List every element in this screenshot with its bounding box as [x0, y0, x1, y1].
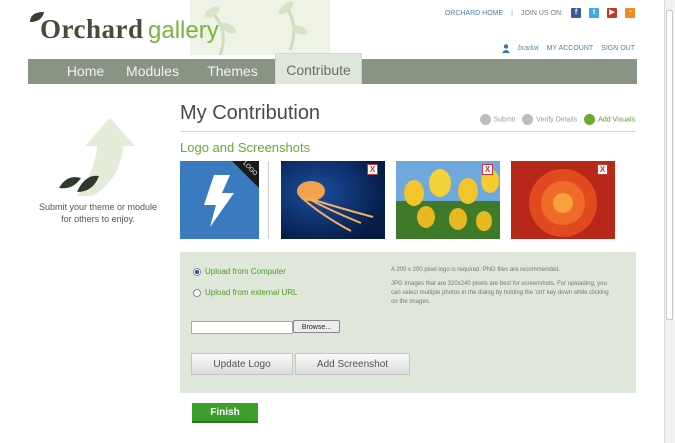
username-link[interactable]: bradwi [518, 45, 539, 52]
upload-url-label[interactable]: Upload from external URL [205, 288, 297, 297]
file-path-input[interactable] [191, 321, 293, 334]
growth-arrow-icon [59, 118, 135, 196]
brand-name[interactable]: Orchard [40, 14, 144, 45]
screenshot-thumbnail[interactable]: X [281, 161, 385, 239]
logo-thumbnail[interactable]: LOGO [180, 161, 259, 239]
step-verify-details: Verify Details [522, 114, 577, 125]
scrollbar-thumb[interactable] [666, 10, 673, 320]
logo-requirements-text: A 200 x 200 pixel logo is required. PNG … [391, 267, 561, 273]
step-add-visuals: Add Visuals [584, 114, 635, 125]
upload-computer-label[interactable]: Upload from Computer [205, 267, 286, 276]
facebook-icon[interactable]: f [571, 8, 581, 18]
remove-screenshot-button[interactable]: X [597, 164, 608, 175]
leaf-step-icon [584, 114, 596, 125]
page-scrollbar[interactable] [664, 0, 675, 443]
screenshot-thumbnail[interactable]: X [511, 161, 615, 239]
section-title: Logo and Screenshots [180, 140, 311, 155]
nav-home[interactable]: Home [48, 59, 123, 84]
twitter-icon[interactable]: t [589, 8, 599, 18]
browse-button[interactable]: Browse... [293, 320, 340, 333]
divider: | [511, 9, 513, 17]
upload-url-radio[interactable] [193, 289, 201, 297]
lightning-logo-icon [180, 161, 259, 239]
screenshot-thumbnail[interactable]: X [396, 161, 500, 239]
top-links: ORCHARD HOME | JOIN US ON: f t ▶ ◔ [445, 8, 635, 18]
user-icon [501, 44, 510, 53]
leaf-step-icon [479, 114, 491, 125]
leaf-step-icon [522, 114, 534, 125]
step-progress: Submit Verify Details Add Visuals [479, 114, 635, 125]
nav-contribute[interactable]: Contribute [275, 53, 362, 84]
sign-out-link[interactable]: SIGN OUT [601, 45, 635, 52]
sidebar-message: Submit your theme or module for others t… [38, 202, 158, 224]
finish-button[interactable]: Finish [192, 403, 258, 423]
rss-icon[interactable]: ◔ [625, 8, 635, 18]
orchard-home-link[interactable]: ORCHARD HOME [445, 10, 503, 17]
upload-computer-radio[interactable] [193, 268, 201, 276]
page-title: My Contribution [180, 102, 321, 124]
join-us-label: JOIN US ON: [520, 9, 563, 17]
youtube-icon[interactable]: ▶ [607, 8, 617, 18]
nav-themes[interactable]: Themes [200, 59, 265, 84]
user-links: bradwi MY ACCOUNT SIGN OUT [501, 44, 635, 53]
remove-screenshot-button[interactable]: X [367, 164, 378, 175]
upload-panel: Upload from Computer Upload from externa… [180, 252, 636, 393]
step-submit: Submit [479, 114, 515, 125]
remove-screenshot-button[interactable]: X [482, 164, 493, 175]
divider [180, 131, 636, 132]
divider [268, 161, 269, 239]
screenshot-requirements-text: JPG Images that are 320x240 pixels are b… [391, 281, 609, 305]
nav-modules[interactable]: Modules [121, 59, 184, 84]
update-logo-button[interactable]: Update Logo [191, 353, 293, 375]
my-account-link[interactable]: MY ACCOUNT [547, 45, 594, 52]
brand-subtitle[interactable]: gallery [148, 17, 219, 45]
add-screenshot-button[interactable]: Add Screenshot [295, 353, 410, 375]
